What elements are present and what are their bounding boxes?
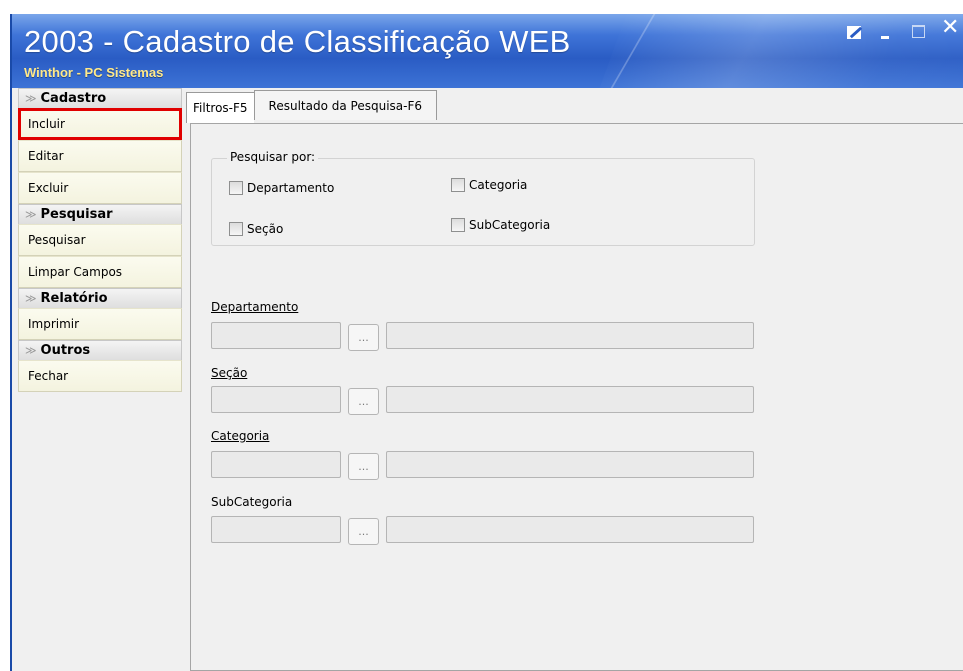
sidebar-item-label: Pesquisar: [28, 233, 86, 247]
window-subtitle: Winthor - PC Sistemas: [24, 65, 164, 80]
field-label-subcategoria: SubCategoria: [211, 495, 292, 509]
close-icon: ✕: [941, 15, 960, 40]
sidebar-item-label: Fechar: [28, 369, 69, 383]
app-window: 2003 - Cadastro de Classificação WEB Win…: [10, 14, 963, 671]
categoria-description-input[interactable]: [386, 451, 754, 478]
sidebar-group-outros[interactable]: ≫ Outros: [18, 340, 182, 360]
label-text: Departamento: [211, 300, 299, 314]
sidebar-group-cadastro[interactable]: ≫ Cadastro: [18, 88, 182, 108]
checkbox-subcategoria[interactable]: SubCategoria: [451, 218, 550, 232]
checkbox-label: Categoria: [469, 178, 528, 192]
chevron-double-down-icon: ≫: [25, 208, 37, 221]
minimize-button[interactable]: [877, 23, 897, 43]
field-label-secao: Seção: [211, 366, 247, 380]
sidebar-item-label: Editar: [28, 149, 64, 163]
chevron-double-down-icon: ≫: [25, 292, 37, 305]
tab-filtros[interactable]: Filtros-F5: [186, 92, 254, 123]
sidebar-item-excluir[interactable]: Excluir: [18, 172, 182, 204]
sidebar-item-label: Excluir: [28, 181, 69, 195]
label-text: SubCategoria: [211, 495, 293, 509]
checkbox-label: Seção: [247, 222, 284, 236]
checkbox-secao[interactable]: Seção: [229, 222, 283, 236]
sidebar-group-pesquisar[interactable]: ≫ Pesquisar: [18, 204, 182, 224]
checkbox-departamento[interactable]: Departamento: [229, 181, 334, 195]
close-button[interactable]: ✕: [941, 17, 961, 43]
title-bar[interactable]: 2003 - Cadastro de Classificação WEB Win…: [12, 14, 963, 88]
minimize-icon: [881, 36, 889, 39]
field-label-categoria: Categoria: [211, 429, 269, 443]
departamento-description-input[interactable]: [386, 322, 754, 349]
checkbox-label: Departamento: [247, 181, 335, 195]
categoria-lookup-button[interactable]: ...: [348, 453, 379, 480]
chevron-double-down-icon: ≫: [25, 344, 37, 357]
chevron-double-down-icon: ≫: [25, 92, 37, 105]
checkbox-categoria[interactable]: Categoria: [451, 178, 527, 192]
tab-resultado-pesquisa[interactable]: Resultado da Pesquisa-F6: [253, 90, 438, 120]
sidebar-item-limpar-campos[interactable]: Limpar Campos: [18, 256, 182, 288]
secao-code-input[interactable]: [211, 386, 341, 413]
sidebar-item-imprimir[interactable]: Imprimir: [18, 308, 182, 340]
categoria-code-input[interactable]: [211, 451, 341, 478]
maximize-button[interactable]: [909, 23, 929, 43]
sidebar-item-label: Incluir: [28, 117, 65, 131]
filters-panel: Pesquisar por: Departamento Categoria Se…: [190, 123, 963, 671]
subcategoria-lookup-button[interactable]: ...: [348, 518, 379, 545]
departamento-lookup-button[interactable]: ...: [348, 324, 379, 351]
sidebar-item-fechar[interactable]: Fechar: [18, 360, 182, 392]
checkbox-box[interactable]: [451, 218, 465, 232]
sidebar-item-editar[interactable]: Editar: [18, 140, 182, 172]
checkbox-box[interactable]: [229, 222, 243, 236]
restore-button[interactable]: [845, 23, 865, 43]
search-by-label: Pesquisar por:: [227, 150, 319, 164]
tab-bar: Filtros-F5 Resultado da Pesquisa-F6: [186, 90, 438, 123]
search-by-groupbox: Pesquisar por: Departamento Categoria Se…: [211, 150, 755, 246]
field-label-departamento: Departamento: [211, 300, 298, 314]
departamento-code-input[interactable]: [211, 322, 341, 349]
sidebar-item-label: Limpar Campos: [28, 265, 123, 279]
window-controls: ✕: [845, 17, 961, 44]
maximize-icon: [912, 25, 925, 38]
subcategoria-description-input[interactable]: [386, 516, 754, 543]
sidebar-group-label: Relatório: [40, 291, 108, 306]
secao-description-input[interactable]: [386, 386, 754, 413]
checkbox-box[interactable]: [229, 181, 243, 195]
sidebar-group-label: Cadastro: [40, 91, 107, 106]
sidebar-group-label: Outros: [40, 343, 91, 358]
sidebar: ≫ Cadastro Incluir Editar Excluir ≫ Pesq…: [18, 88, 182, 448]
sidebar-group-relatorio[interactable]: ≫ Relatório: [18, 288, 182, 308]
label-text: Categoria: [211, 429, 270, 443]
secao-lookup-button[interactable]: ...: [348, 388, 379, 415]
sidebar-group-label: Pesquisar: [40, 207, 113, 222]
sidebar-item-incluir[interactable]: Incluir: [18, 108, 182, 140]
checkbox-label: SubCategoria: [469, 218, 551, 232]
sidebar-item-label: Imprimir: [28, 317, 80, 331]
window-title: 2003 - Cadastro de Classificação WEB: [24, 24, 571, 59]
label-text: Seção: [211, 366, 248, 380]
sidebar-item-pesquisar[interactable]: Pesquisar: [18, 224, 182, 256]
checkbox-box[interactable]: [451, 178, 465, 192]
restore-icon: [847, 26, 861, 39]
subcategoria-code-input[interactable]: [211, 516, 341, 543]
